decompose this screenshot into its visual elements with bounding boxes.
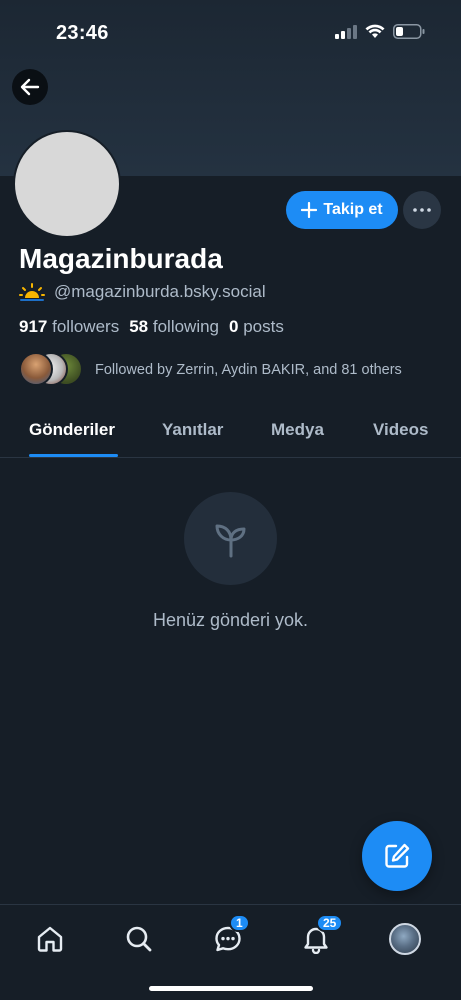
notifications-badge: 25 — [316, 914, 344, 932]
plus-icon — [301, 202, 318, 218]
nav-home[interactable] — [30, 919, 70, 959]
following-label: following — [152, 317, 220, 336]
follow-button-label: Takip et — [323, 201, 383, 218]
active-tab-indicator — [29, 454, 118, 457]
user-avatar — [389, 923, 421, 955]
nav-profile[interactable] — [385, 919, 425, 959]
follow-button[interactable]: Takip et — [286, 191, 398, 229]
wifi-icon — [365, 24, 385, 38]
battery-icon — [393, 24, 425, 39]
display-name: Magazinburada — [19, 243, 223, 274]
empty-state-icon-wrapper — [184, 492, 277, 585]
followed-by-row[interactable]: Followed by Zerrin, Aydin BAKIR, and 81 … — [19, 352, 402, 388]
tab-videos[interactable]: Videos — [373, 420, 428, 440]
posts-count: 0 — [229, 317, 239, 336]
ellipsis-icon — [413, 208, 431, 212]
search-icon — [126, 926, 152, 952]
back-button[interactable] — [12, 69, 48, 105]
tab-yanitlar[interactable]: Yanıtlar — [162, 420, 223, 440]
following-stat[interactable]: 58 following — [129, 317, 219, 337]
sunrise-icon — [19, 283, 45, 301]
compose-icon — [385, 843, 410, 868]
profile-stats: 917 followers 58 following 0 posts — [19, 317, 284, 337]
profile-avatar[interactable] — [13, 130, 121, 238]
status-icons — [335, 24, 425, 39]
followed-by-text: Followed by Zerrin, Aydin BAKIR, and 81 … — [95, 362, 402, 378]
bottom-navigation: 1 25 — [0, 904, 461, 1000]
followers-count: 917 — [19, 317, 48, 336]
following-count: 58 — [129, 317, 149, 336]
sprout-icon — [215, 524, 245, 557]
profile-tabs: Gönderiler Yanıtlar Medya Videos — [0, 408, 461, 458]
nav-messages[interactable]: 1 — [208, 914, 250, 959]
posts-label: posts — [243, 317, 284, 336]
followers-label: followers — [52, 317, 120, 336]
arrow-left-icon — [20, 78, 40, 96]
cellular-signal-icon — [335, 24, 357, 39]
profile-handle: @magazinburda.bsky.social — [54, 282, 266, 301]
status-bar: 23:46 — [0, 0, 461, 60]
handle-row: @magazinburda.bsky.social — [19, 282, 266, 302]
tab-gonderiler[interactable]: Gönderiler — [29, 420, 115, 440]
home-indicator — [149, 986, 313, 991]
nav-search[interactable] — [119, 919, 159, 959]
messages-badge: 1 — [229, 914, 250, 932]
more-options-button[interactable] — [403, 191, 441, 229]
empty-state-text: Henüz gönderi yok. — [152, 610, 309, 630]
posts-stat: 0 posts — [229, 317, 284, 337]
status-time: 23:46 — [56, 22, 109, 44]
nav-notifications[interactable]: 25 — [296, 914, 344, 959]
compose-post-button[interactable] — [362, 821, 432, 891]
follower-avatars — [19, 352, 83, 388]
home-icon — [37, 926, 63, 952]
tab-medya[interactable]: Medya — [271, 420, 324, 440]
followers-stat[interactable]: 917 followers — [19, 317, 119, 337]
follower-avatar — [19, 352, 53, 386]
